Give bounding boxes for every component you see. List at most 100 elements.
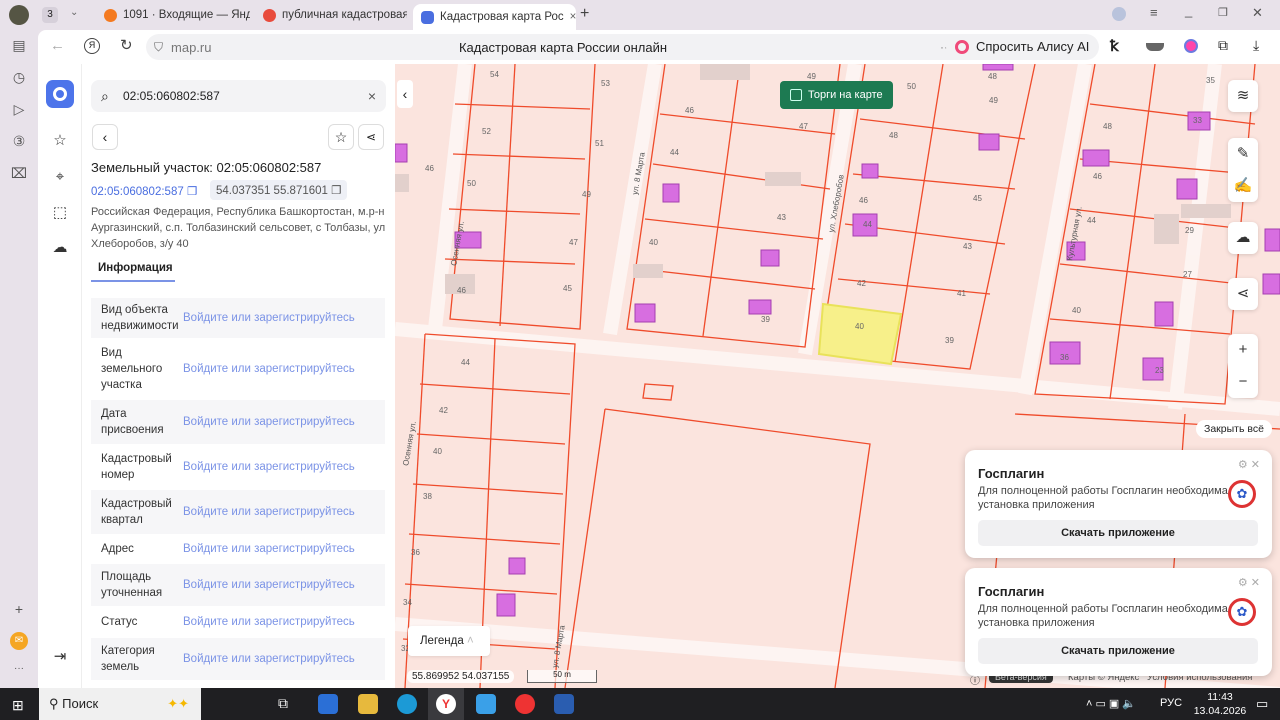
- tab-count-badge[interactable]: 3: [42, 7, 58, 23]
- screenshot-icon[interactable]: ⌧: [10, 164, 28, 182]
- select-area-icon[interactable]: ⬚: [51, 204, 69, 222]
- profile-avatar[interactable]: [9, 5, 29, 25]
- favorite-button[interactable]: ☆: [328, 124, 354, 150]
- history-icon[interactable]: ◷: [10, 68, 28, 86]
- notification-close-icon[interactable]: ⚙ ✕: [1238, 458, 1260, 471]
- copy-icon[interactable]: ❐: [331, 185, 341, 197]
- cloud-icon[interactable]: ☁: [51, 239, 69, 257]
- tab-information[interactable]: Информация: [91, 260, 175, 282]
- account-icon[interactable]: [1112, 7, 1126, 21]
- back-button[interactable]: ‹: [92, 124, 118, 150]
- share-map-button[interactable]: ⋖: [1228, 278, 1258, 310]
- tray-icons[interactable]: ˄ ▭ ▣ 🔈: [1086, 697, 1136, 710]
- row-label: Вид объекта недвижимости: [101, 304, 179, 332]
- extension-gosplagin-icon[interactable]: [1184, 39, 1198, 53]
- coords-chip[interactable]: 54.037351 55.871601 ❐: [210, 180, 348, 200]
- zoom-out-button[interactable]: −: [1228, 366, 1258, 398]
- minimize-icon[interactable]: _: [1185, 3, 1192, 18]
- url-bar[interactable]: ⛉ map.ru Кадастровая карта России онлайн…: [146, 34, 980, 60]
- back-icon[interactable]: ←: [50, 37, 65, 54]
- menu-icon[interactable]: ≡: [1150, 5, 1158, 20]
- login-link[interactable]: Войдите или зарегистрируйтесь: [183, 543, 355, 555]
- login-icon[interactable]: ⇥: [51, 648, 69, 666]
- checkbox[interactable]: [790, 89, 802, 101]
- word-icon[interactable]: [554, 694, 574, 714]
- favorites-icon[interactable]: ☆: [51, 132, 69, 150]
- close-tab-icon[interactable]: ×: [570, 11, 576, 23]
- login-link[interactable]: Войдите или зарегистрируйтесь: [183, 461, 355, 473]
- restore-icon[interactable]: ❐: [1218, 6, 1228, 19]
- extensions-icon[interactable]: ⧉: [1218, 37, 1228, 54]
- chevron-down-icon[interactable]: ⌄: [70, 7, 78, 18]
- login-link[interactable]: Войдите или зарегистрируйтесь: [183, 312, 355, 324]
- collections-icon[interactable]: ▤: [10, 36, 28, 54]
- task-view-icon[interactable]: ⧉: [278, 695, 288, 712]
- info-row: Вид земельного участка Войдите или зареги…: [91, 340, 385, 398]
- yandex-icon[interactable]: [515, 694, 535, 714]
- clock[interactable]: 11:43 13.04.2026: [1192, 690, 1248, 718]
- tabs-count-icon[interactable]: ③: [10, 132, 28, 150]
- cursor-coords: 55.869952 54.037155: [407, 670, 515, 683]
- edit-icon[interactable]: ✍: [1228, 170, 1258, 202]
- add-icon[interactable]: +: [10, 600, 28, 618]
- language-indicator[interactable]: РУС: [1160, 697, 1182, 709]
- login-link[interactable]: Войдите или зарегистрируйтесь: [183, 363, 355, 375]
- upload-button[interactable]: ☁: [1228, 222, 1258, 254]
- windows-start-icon[interactable]: ⊞: [12, 697, 24, 714]
- search-input[interactable]: ⌕ 02:05:060802:587 ×: [91, 80, 386, 112]
- copy-icon[interactable]: ❐: [187, 186, 197, 198]
- more-icon[interactable]: ···: [10, 660, 28, 678]
- download-app-button[interactable]: Скачать приложение: [978, 520, 1258, 546]
- edge-icon[interactable]: [397, 694, 417, 714]
- coords: 54.037351 55.871601: [216, 185, 328, 197]
- route-icon[interactable]: ⌖: [51, 168, 69, 186]
- login-link[interactable]: Войдите или зарегистрируйтесь: [183, 506, 355, 518]
- login-link[interactable]: Войдите или зарегистрируйтесь: [183, 416, 355, 428]
- reload-icon[interactable]: ↻: [120, 36, 133, 54]
- site-logo[interactable]: [46, 80, 74, 108]
- extension-shield-icon[interactable]: [1146, 43, 1164, 51]
- legend-button[interactable]: Легенда ˄: [408, 626, 490, 656]
- close-window-icon[interactable]: ✕: [1252, 5, 1263, 21]
- selected-parcel[interactable]: [817, 302, 903, 366]
- yandex-browser-taskbar[interactable]: Y: [428, 688, 464, 720]
- mail-app-icon[interactable]: ✉: [10, 632, 28, 650]
- login-link[interactable]: Войдите или зарегистрируйтесь: [183, 616, 355, 628]
- login-link[interactable]: Войдите или зарегистрируйтесь: [183, 653, 355, 665]
- torgi-toggle[interactable]: Торги на карте: [780, 81, 893, 109]
- tab-search[interactable]: публичная кадастровая к: [255, 4, 407, 26]
- share-button[interactable]: ⋖: [358, 124, 384, 150]
- tab-cadastral-map[interactable]: Кадастровая карта Рос ×: [413, 4, 576, 30]
- close-all-button[interactable]: Закрыть всё: [1196, 420, 1272, 438]
- notifications-icon[interactable]: ▭: [1256, 696, 1268, 712]
- login-link[interactable]: Войдите или зарегистрируйтесь: [183, 579, 355, 591]
- ruler-icon[interactable]: ✎: [1228, 138, 1258, 170]
- new-tab-icon[interactable]: +: [580, 5, 589, 23]
- outlook-icon[interactable]: [318, 694, 338, 714]
- download-app-button[interactable]: Скачать приложение: [978, 638, 1258, 664]
- yandex-logo-icon[interactable]: Я: [84, 38, 100, 54]
- store-icon[interactable]: [476, 694, 496, 714]
- cad-number-link[interactable]: 02:05:060802:587 ❐: [91, 184, 197, 198]
- file-explorer-icon[interactable]: [358, 694, 378, 714]
- address-bar-row: ← Я ↻ ⛉ map.ru Кадастровая карта России …: [38, 30, 1280, 64]
- parcel-number: 50: [467, 179, 476, 188]
- extension-icon[interactable]: ꝁ: [1110, 37, 1119, 55]
- tab-mail[interactable]: 1091 · Входящие — Яндекс: [96, 4, 250, 26]
- row-label: Дата присвоения: [101, 408, 164, 436]
- taskbar-search[interactable]: ⚲ Поиск ✦✦: [39, 688, 201, 720]
- legend-label: Легенда: [420, 635, 464, 647]
- download-icon[interactable]: ⤓: [1253, 37, 1259, 54]
- clear-icon[interactable]: ×: [368, 80, 376, 112]
- collapse-panel-button[interactable]: ‹: [397, 80, 413, 108]
- parcel-number: 41: [957, 289, 966, 298]
- layers-button[interactable]: ≋: [1228, 80, 1258, 112]
- parcel-number: 46: [425, 164, 434, 173]
- ask-alice-button[interactable]: Спросить Алису AI: [946, 34, 1100, 60]
- parcel-number: 33: [1193, 116, 1202, 125]
- zoom-in-button[interactable]: +: [1228, 334, 1258, 366]
- notification-close-icon[interactable]: ⚙ ✕: [1238, 576, 1260, 589]
- zoom-controls: + −: [1228, 334, 1258, 398]
- parcel-number: 53: [601, 79, 610, 88]
- video-icon[interactable]: ▷: [10, 100, 28, 118]
